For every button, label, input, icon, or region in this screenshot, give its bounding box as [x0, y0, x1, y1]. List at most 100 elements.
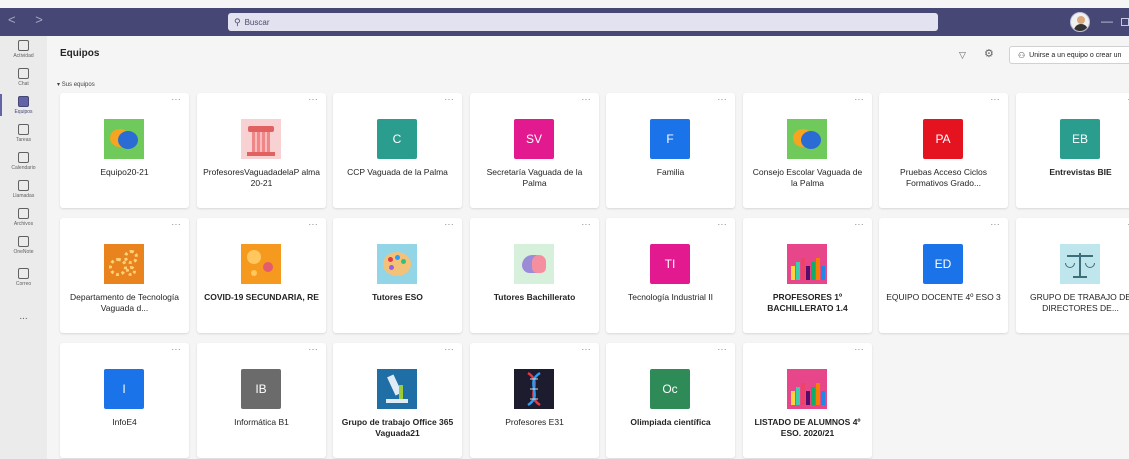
nav-arrows[interactable]: < > [8, 12, 51, 27]
team-tile-icon [104, 244, 144, 284]
team-tile-icon [241, 119, 281, 159]
more-options-icon[interactable]: ··· [718, 95, 728, 104]
team-name: Equipo20-21 [100, 167, 149, 177]
rail-item-label: Actividad [13, 53, 34, 59]
team-card[interactable]: ··· COVID-19 SECUNDARIA, RE [197, 218, 326, 333]
more-options-icon[interactable]: ··· [309, 220, 319, 229]
team-name: Tutores Bachillerato [493, 292, 576, 302]
join-team-label: Unirse a un equipo o crear un [1029, 51, 1122, 59]
more-apps-icon[interactable]: ... [0, 311, 47, 322]
more-options-icon[interactable]: ··· [172, 220, 182, 229]
filter-icon[interactable]: ▽ [959, 50, 966, 61]
rail-item-calendario[interactable]: Calendario [0, 148, 47, 176]
team-card[interactable]: ··· LISTADO DE ALUMNOS 4º ESO. 2020/21 [743, 343, 872, 458]
team-name: Entrevistas BIE [1049, 167, 1112, 177]
rail-item-correo[interactable]: Correo [0, 264, 47, 292]
more-options-icon[interactable]: ··· [445, 345, 455, 354]
rail-item-archivos[interactable]: Archivos [0, 204, 47, 232]
main-content: Equipos ▽ ⚙ ⚇ Unirse a un equipo o crear… [47, 36, 1129, 459]
rail-item-tareas[interactable]: Tareas [0, 120, 47, 148]
more-options-icon[interactable]: ··· [445, 95, 455, 104]
team-card[interactable]: ··· C CCP Vaguada de la Palma [333, 93, 462, 208]
team-card[interactable]: ··· PROFESORES 1º BACHILLERATO 1.4 [743, 218, 872, 333]
more-options-icon[interactable]: ··· [718, 220, 728, 229]
avatar[interactable] [1070, 12, 1090, 32]
team-name: EQUIPO DOCENTE 4º ESO 3 [886, 292, 1001, 302]
team-card[interactable]: ··· SV Secretaría Vaguada de la Palma [470, 93, 599, 208]
more-options-icon[interactable]: ··· [718, 345, 728, 354]
rail-item-equipos[interactable]: Equipos [0, 92, 47, 120]
more-options-icon[interactable]: ··· [445, 220, 455, 229]
rail-item-label: Correo [15, 281, 32, 287]
rail-item-label: OneNote [13, 249, 34, 255]
rail-item-actividad[interactable]: Actividad [0, 36, 47, 64]
assignments-icon [18, 124, 29, 135]
bell-icon [18, 40, 29, 51]
more-options-icon[interactable]: ··· [991, 95, 1001, 104]
team-name: Tecnología Industrial II [627, 292, 714, 302]
team-name: Consejo Escolar Vaguada de la Palma [752, 167, 863, 188]
join-team-button[interactable]: ⚇ Unirse a un equipo o crear un [1009, 46, 1129, 64]
team-tile-icon: PA [923, 119, 963, 159]
team-tile-icon [514, 369, 554, 409]
team-tile-icon [1060, 244, 1100, 284]
team-name: GRUPO DE TRABAJO DE DIRECTORES DE... [1030, 292, 1129, 313]
title-bar: < > ⚲ Buscar — [0, 8, 1129, 36]
team-initials: SV [525, 132, 542, 146]
team-initials: IB [255, 382, 267, 396]
team-card[interactable]: ··· ED EQUIPO DOCENTE 4º ESO 3 [879, 218, 1008, 333]
more-options-icon[interactable]: ··· [582, 220, 592, 229]
team-card[interactable]: ··· IB Informática B1 [197, 343, 326, 458]
gear-icon[interactable]: ⚙ [984, 47, 994, 60]
more-options-icon[interactable]: ··· [172, 345, 182, 354]
team-name: Familia [656, 167, 685, 177]
team-card[interactable]: ··· ProfesoresVaguadadelaP alma 20-21 [197, 93, 326, 208]
team-tile-icon [787, 369, 827, 409]
more-options-icon[interactable]: ··· [855, 95, 865, 104]
rail-item-chat[interactable]: Chat [0, 64, 47, 92]
onenote-icon [18, 236, 29, 247]
teams-icon [18, 96, 29, 107]
team-card[interactable]: ··· F Familia [606, 93, 735, 208]
mail-icon [18, 268, 29, 279]
team-name: Grupo de trabajo Office 365 Vaguada21 [341, 417, 454, 438]
calendar-icon [18, 152, 29, 163]
more-options-icon[interactable]: ··· [855, 345, 865, 354]
more-options-icon[interactable]: ··· [172, 95, 182, 104]
team-card[interactable]: ··· Departamento de Tecnología Vaguada d.… [60, 218, 189, 333]
team-initials: EB [1071, 132, 1088, 146]
team-card[interactable]: ··· Equipo20-21 [60, 93, 189, 208]
more-options-icon[interactable]: ··· [582, 95, 592, 104]
team-card[interactable]: ··· Tutores ESO [333, 218, 462, 333]
team-name: Informática B1 [234, 417, 289, 427]
section-label[interactable]: ▾ Sus equipos [57, 81, 95, 88]
team-card[interactable]: ···GRUPO DE TRABAJO DE DIRECTORES DE... [1016, 218, 1129, 333]
rail-item-onenote[interactable]: OneNote [0, 232, 47, 260]
search-input[interactable]: ⚲ Buscar [228, 13, 938, 31]
maximize-icon[interactable] [1121, 18, 1129, 26]
team-tile-icon [787, 119, 827, 159]
minimize-icon[interactable]: — [1101, 14, 1113, 28]
team-card[interactable]: ··· Tutores Bachillerato [470, 218, 599, 333]
team-tile-icon [787, 244, 827, 284]
more-options-icon[interactable]: ··· [855, 220, 865, 229]
team-card[interactable]: ··· I InfoE4 [60, 343, 189, 458]
rail-item-label: Chat [18, 81, 29, 87]
rail-item-llamadas[interactable]: Llamadas [0, 176, 47, 204]
team-card[interactable]: ··· Profesores E31 [470, 343, 599, 458]
team-card[interactable]: ··· PA Pruebas Acceso Ciclos Formativos Gr… [879, 93, 1008, 208]
more-options-icon[interactable]: ··· [309, 345, 319, 354]
more-options-icon[interactable]: ··· [582, 345, 592, 354]
team-tile-icon [104, 119, 144, 159]
team-card[interactable]: ··· Oc Olimpiada científica [606, 343, 735, 458]
team-tile-icon: C [377, 119, 417, 159]
team-card[interactable]: ··· Consejo Escolar Vaguada de la Palma [743, 93, 872, 208]
team-card[interactable]: ··· TI Tecnología Industrial II [606, 218, 735, 333]
team-initials: F [666, 132, 674, 146]
more-options-icon[interactable]: ··· [991, 220, 1001, 229]
team-tile-icon: EB [1060, 119, 1100, 159]
rail-item-label: Equipos [14, 109, 33, 115]
team-card[interactable]: ···EBEntrevistas BIE [1016, 93, 1129, 208]
team-card[interactable]: ··· Grupo de trabajo Office 365 Vaguada21 [333, 343, 462, 458]
more-options-icon[interactable]: ··· [309, 95, 319, 104]
